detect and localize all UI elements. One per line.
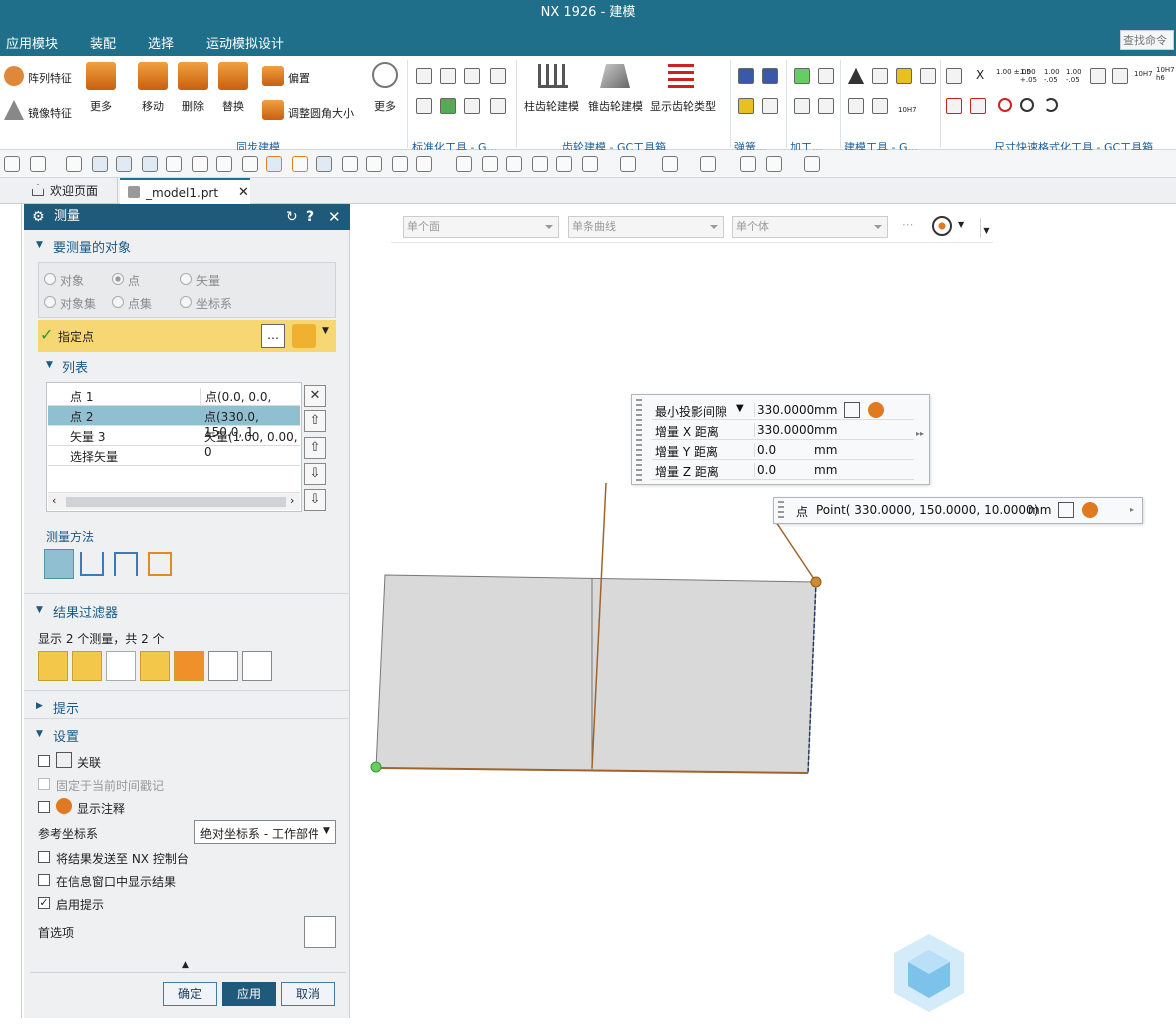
result-row: 最小投影间隙 ▼ 330.0000 mm bbox=[652, 400, 914, 420]
expand-right-icon[interactable]: ▸▸ bbox=[916, 429, 924, 438]
result-row: 增量 X 距离 330.0000 mm bbox=[652, 420, 914, 440]
result-label: 最小投影间隙 bbox=[655, 405, 728, 419]
annotation-icon[interactable] bbox=[868, 402, 884, 418]
chevron-down-icon[interactable]: ▼ bbox=[736, 403, 744, 414]
result-value: 0.0 bbox=[754, 443, 776, 457]
result-value: 0.0 bbox=[754, 463, 776, 477]
point-marker[interactable] bbox=[810, 576, 822, 588]
result-unit: mm bbox=[814, 443, 838, 457]
drag-handle[interactable] bbox=[636, 399, 642, 481]
result-unit: mm bbox=[814, 463, 838, 477]
drag-handle[interactable] bbox=[778, 501, 784, 521]
result-row: 增量 Y 距离 0.0 mm bbox=[652, 440, 914, 460]
copy-value-icon[interactable] bbox=[1058, 502, 1074, 518]
point-result-popup: 点 Point( 330.0000, 150.0000, 10.0000) mm… bbox=[773, 497, 1143, 524]
point-label: 点 bbox=[796, 505, 809, 519]
annotation-icon[interactable] bbox=[1082, 502, 1098, 518]
copy-value-icon[interactable] bbox=[844, 402, 860, 418]
point-unit: mm bbox=[1028, 503, 1052, 517]
origin-marker[interactable] bbox=[370, 761, 382, 773]
watermark-logo bbox=[894, 934, 964, 1012]
point-value: Point( 330.0000, 150.0000, 10.0000) bbox=[816, 503, 1039, 517]
leader-line bbox=[775, 521, 817, 583]
measurement-result-popup: 最小投影间隙 ▼ 330.0000 mm 增量 X 距离 330.0000 mm… bbox=[631, 394, 930, 485]
result-value: 330.0000 bbox=[754, 423, 814, 437]
result-label: 增量 Y 距离 bbox=[655, 445, 718, 459]
result-row: 增量 Z 距离 0.0 mm bbox=[652, 460, 914, 480]
expand-right-icon[interactable]: ▸ bbox=[1130, 505, 1134, 514]
result-label: 增量 X 距离 bbox=[655, 425, 719, 439]
result-value: 330.0000 bbox=[754, 403, 814, 417]
result-unit: mm bbox=[814, 423, 838, 437]
result-unit: mm bbox=[814, 403, 838, 417]
result-label: 增量 Z 距离 bbox=[655, 465, 719, 479]
